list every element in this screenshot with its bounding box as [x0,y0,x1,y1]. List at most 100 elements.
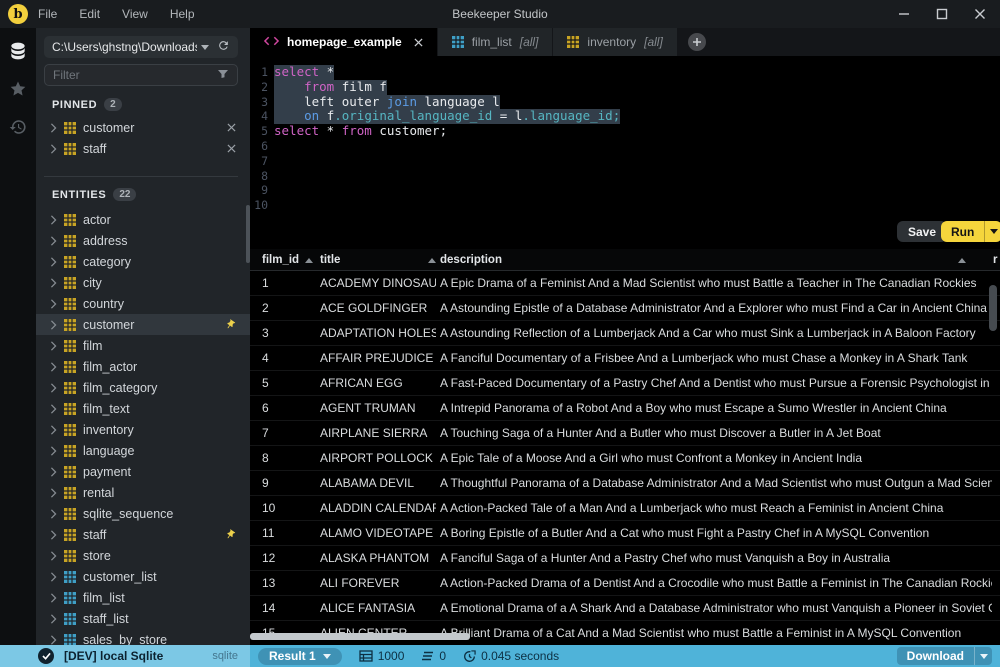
editor-line[interactable]: 9 [250,183,1000,198]
table-row[interactable]: 14 ALICE FANTASIA A Emotional Drama of a… [250,596,1000,621]
refresh-icon[interactable] [217,39,230,55]
cell-film-id[interactable]: 5 [262,371,312,396]
sidebar-item-language[interactable]: language [36,440,250,461]
cell-description[interactable]: A Emotional Drama of a A Shark And a Dat… [440,596,992,621]
chevron-right-icon[interactable] [50,144,57,154]
editor-line[interactable]: 7 [250,154,1000,169]
sidebar-item-actor[interactable]: actor [36,209,250,230]
sidebar-item-film[interactable]: film [36,335,250,356]
cell-film-id[interactable]: 9 [262,471,312,496]
cell-description[interactable]: A Action-Packed Drama of a Dentist And a… [440,571,992,596]
table-row[interactable]: 12 ALASKA PHANTOM A Fanciful Saga of a H… [250,546,1000,571]
cell-film-id[interactable]: 4 [262,346,312,371]
cell-film-id[interactable]: 2 [262,296,312,321]
horizontal-scrollbar[interactable] [250,633,470,640]
cell-title[interactable]: ACE GOLDFINGER [320,296,436,321]
cell-title[interactable]: ALADDIN CALENDAR [320,496,436,521]
cell-description[interactable]: A Action-Packed Tale of a Man And a Lumb… [440,496,992,521]
chevron-right-icon[interactable] [50,488,57,498]
table-row[interactable]: 1 ACADEMY DINOSAUR A Epic Drama of a Fem… [250,271,1000,296]
cell-title[interactable]: AIRPORT POLLOCK [320,446,436,471]
run-button[interactable]: Run [941,221,1000,242]
chevron-right-icon[interactable] [50,530,57,540]
filter-input[interactable] [53,68,217,82]
editor-line[interactable]: 10 [250,198,1000,213]
pinned-item-staff[interactable]: staff [36,138,250,159]
table-row[interactable]: 7 AIRPLANE SIERRA A Touching Saga of a H… [250,421,1000,446]
cell-film-id[interactable]: 10 [262,496,312,521]
pin-icon[interactable] [224,319,250,331]
favorites-icon[interactable] [0,74,36,104]
cell-description[interactable]: A Thoughtful Panorama of a Database Admi… [440,471,992,496]
sidebar-item-sales_by_store[interactable]: sales_by_store [36,629,250,645]
sidebar-item-address[interactable]: address [36,230,250,251]
chevron-right-icon[interactable] [50,446,57,456]
cell-title[interactable]: ALICE FANTASIA [320,596,436,621]
editor-line[interactable]: 2 from film f [250,80,1000,95]
cell-title[interactable]: ALI FOREVER [320,571,436,596]
download-button[interactable]: Download [897,647,992,665]
tab-film-list[interactable]: film_list [all] [438,28,553,56]
cell-title[interactable]: ALAMO VIDEOTAPE [320,521,436,546]
chevron-right-icon[interactable] [50,278,57,288]
table-row[interactable]: 8 AIRPORT POLLOCK A Epic Tale of a Moose… [250,446,1000,471]
cell-title[interactable]: ALASKA PHANTOM [320,546,436,571]
cell-film-id[interactable]: 14 [262,596,312,621]
chevron-right-icon[interactable] [50,341,57,351]
chevron-right-icon[interactable] [50,572,57,582]
column-header-film-id[interactable]: film_id [262,249,313,271]
cell-description[interactable]: A Astounding Epistle of a Database Admin… [440,296,992,321]
cell-description[interactable]: A Touching Saga of a Hunter And a Butler… [440,421,992,446]
cell-film-id[interactable]: 11 [262,521,312,546]
chevron-right-icon[interactable] [50,551,57,561]
sidebar-item-staff_list[interactable]: staff_list [36,608,250,629]
table-row[interactable]: 2 ACE GOLDFINGER A Astounding Epistle of… [250,296,1000,321]
cell-title[interactable]: AIRPLANE SIERRA [320,421,436,446]
menu-file[interactable]: File [38,7,57,21]
sidebar-item-customer_list[interactable]: customer_list [36,566,250,587]
run-options-caret[interactable] [984,221,1000,242]
chevron-right-icon[interactable] [50,593,57,603]
cell-description[interactable]: A Astounding Reflection of a Lumberjack … [440,321,992,346]
sidebar-item-rental[interactable]: rental [36,482,250,503]
editor-line[interactable]: 5select * from customer; [250,124,1000,139]
cell-description[interactable]: A Fast-Paced Documentary of a Pastry Che… [440,371,992,396]
chevron-right-icon[interactable] [50,215,57,225]
column-header-title[interactable]: title [320,249,436,271]
sidebar-item-film_actor[interactable]: film_actor [36,356,250,377]
sidebar-item-category[interactable]: category [36,251,250,272]
chevron-right-icon[interactable] [50,257,57,267]
table-row[interactable]: 11 ALAMO VIDEOTAPE A Boring Epistle of a… [250,521,1000,546]
entity-filter[interactable] [44,64,238,86]
cell-description[interactable]: A Epic Drama of a Feminist And a Mad Sci… [440,271,992,296]
chevron-right-icon[interactable] [50,320,57,330]
cell-film-id[interactable]: 3 [262,321,312,346]
chevron-right-icon[interactable] [50,362,57,372]
filter-funnel-icon[interactable] [217,68,229,83]
table-row[interactable]: 9 ALABAMA DEVIL A Thoughtful Panorama of… [250,471,1000,496]
chevron-right-icon[interactable] [50,236,57,246]
cell-title[interactable]: AFFAIR PREJUDICE [320,346,436,371]
editor-line[interactable]: 4 on f.original_language_id = l.language… [250,109,1000,124]
chevron-right-icon[interactable] [50,299,57,309]
cell-film-id[interactable]: 6 [262,396,312,421]
new-tab-button[interactable] [688,33,706,51]
sidebar-item-country[interactable]: country [36,293,250,314]
editor-line[interactable]: 6 [250,139,1000,154]
pin-icon[interactable] [224,529,250,541]
column-header-description[interactable]: description [440,249,502,271]
pinned-item-customer[interactable]: customer [36,117,250,138]
cell-description[interactable]: A Fanciful Saga of a Hunter And a Pastry… [440,546,992,571]
sidebar-item-inventory[interactable]: inventory [36,419,250,440]
table-row[interactable]: 6 AGENT TRUMAN A Intrepid Panorama of a … [250,396,1000,421]
cell-title[interactable]: ALABAMA DEVIL [320,471,436,496]
minimize-button[interactable] [898,8,910,20]
cell-film-id[interactable]: 7 [262,421,312,446]
table-row[interactable]: 3 ADAPTATION HOLES A Astounding Reflecti… [250,321,1000,346]
chevron-right-icon[interactable] [50,509,57,519]
results-grid[interactable]: 1 ACADEMY DINOSAUR A Epic Drama of a Fem… [250,271,1000,645]
cell-description[interactable]: A Brilliant Drama of a Cat And a Mad Sci… [440,621,992,645]
cell-description[interactable]: A Intrepid Panorama of a Robot And a Boy… [440,396,992,421]
chevron-right-icon[interactable] [50,467,57,477]
tab-inventory[interactable]: inventory [all] [553,28,676,56]
